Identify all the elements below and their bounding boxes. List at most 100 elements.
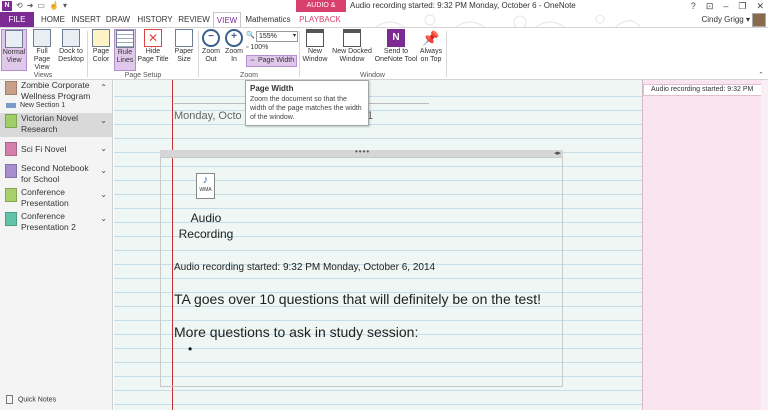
section-name: New Section 1 xyxy=(19,102,66,109)
onenote-icon: N xyxy=(387,29,405,47)
collapse-ribbon-icon[interactable]: ⌃ xyxy=(758,71,764,79)
avatar[interactable] xyxy=(752,13,766,27)
resize-arrows-icon[interactable]: ◂▸ xyxy=(554,149,561,157)
notebook-name: Zombie Corporate Wellness Program xyxy=(21,80,91,101)
note-text[interactable]: More questions to ask in study session: xyxy=(174,323,418,341)
notebook-icon xyxy=(5,114,17,128)
full-page-view-button[interactable]: Full Page View xyxy=(28,29,56,72)
chevron-down-icon[interactable]: ⌄ xyxy=(100,166,107,175)
chevron-down-icon[interactable]: ⌄ xyxy=(100,214,107,223)
page-canvas[interactable]: Monday, Octo 1 •••• ◂▸ ♪ WMA Audio Recor… xyxy=(114,80,642,410)
file-extension: WMA xyxy=(199,187,212,193)
group-views-label: Views xyxy=(33,72,53,79)
chevron-down-icon[interactable]: ⌄ xyxy=(100,116,107,125)
quick-notes-icon xyxy=(6,394,13,404)
chevron-down-icon[interactable]: ⌄ xyxy=(100,144,107,153)
ribbon-tabs: FILE HOME INSERT DRAW HISTORY REVIEW VIE… xyxy=(0,12,768,39)
page-width-button[interactable]: ⇔ Page Width xyxy=(246,55,298,67)
zoom-in-button[interactable]: + Zoom In xyxy=(223,29,245,64)
chevron-down-icon[interactable]: ⌄ xyxy=(100,190,107,199)
notebook-item[interactable]: Conference Presentation 2 ⌄ xyxy=(0,211,112,235)
note-text[interactable]: TA goes over 10 questions that will defi… xyxy=(174,290,541,308)
always-on-top-button[interactable]: 📌 Always on Top xyxy=(419,29,443,64)
paper-size-button[interactable]: Paper Size xyxy=(172,29,196,64)
drag-handle-icon[interactable]: •••• xyxy=(355,147,370,156)
quick-notes[interactable]: Quick Notes xyxy=(6,394,56,405)
section-item[interactable]: New Section 1 xyxy=(6,101,65,111)
onenote-logo: N xyxy=(2,1,12,11)
restore-button[interactable]: ❐ xyxy=(738,0,746,12)
dock-icon[interactable]: ▭ xyxy=(37,1,45,11)
tab-playback[interactable]: PLAYBACK xyxy=(297,12,343,27)
notebook-item[interactable]: Victorian Novel Research ⌄ xyxy=(0,113,112,137)
rule-lines-button[interactable]: Rule Lines xyxy=(114,29,136,71)
help-icon[interactable]: ? xyxy=(691,0,696,12)
chevron-up-icon[interactable]: ⌃ xyxy=(100,83,107,92)
forward-icon[interactable]: ➜ xyxy=(27,1,34,11)
ribbon-view: Normal View Full Page View Dock to Deskt… xyxy=(0,27,768,80)
zoom-level-value: 155% xyxy=(259,33,277,40)
divider xyxy=(446,31,447,77)
minimize-button[interactable]: – xyxy=(723,0,728,12)
tab-home[interactable]: HOME xyxy=(38,12,68,27)
chevron-down-icon: ▾ xyxy=(745,15,750,24)
tab-mathematics[interactable]: Mathematics xyxy=(243,12,293,27)
tab-draw[interactable]: DRAW xyxy=(104,12,132,27)
tooltip-title: Page Width xyxy=(250,84,294,93)
customize-icon[interactable]: ▾ xyxy=(63,1,67,11)
tab-history[interactable]: HISTORY xyxy=(136,12,174,27)
full-page-view-icon xyxy=(33,29,51,47)
page-item[interactable]: Audio recording started: 9:32 PM xyxy=(643,84,768,96)
group-zoom-label: Zoom xyxy=(240,72,258,79)
zoom-out-button[interactable]: − Zoom Out xyxy=(200,29,222,64)
group-window-label: Window xyxy=(360,72,385,79)
notebook-item[interactable]: Sci Fi Novel ⌄ xyxy=(0,141,112,159)
new-docked-window-button[interactable]: New Docked Window xyxy=(331,29,373,64)
dock-to-desktop-button[interactable]: Dock to Desktop xyxy=(57,29,85,64)
tooltip-body: Zoom the document so that the width of t… xyxy=(250,96,362,121)
notebook-item[interactable]: Zombie Corporate Wellness Program ⌃ xyxy=(0,80,112,102)
zoom-out-label: Zoom Out xyxy=(202,48,220,63)
send-to-onenote-button[interactable]: N Send to OneNote Tool xyxy=(374,29,418,64)
hide-title-icon: ✕ xyxy=(144,29,162,47)
page-color-button[interactable]: Page Color xyxy=(89,29,113,64)
page-color-icon xyxy=(92,29,110,47)
section-tab-icon xyxy=(6,102,16,108)
paper-size-label: Paper Size xyxy=(174,48,194,63)
touch-icon[interactable]: ☝ xyxy=(49,1,59,11)
audio-file-name[interactable]: Audio Recording xyxy=(178,210,234,242)
window-title: Audio recording started: 9:32 PM Monday,… xyxy=(350,1,576,10)
back-icon[interactable]: ⟲ xyxy=(16,1,23,11)
audio-video-context-tab: AUDIO & VIDEO xyxy=(296,0,346,21)
notebook-name: Second Notebook for School xyxy=(21,163,89,184)
zoom-100-button[interactable]: ▫ 100% xyxy=(246,43,268,53)
always-on-top-label: Always on Top xyxy=(419,48,443,63)
notebook-item[interactable]: Conference Presentation ⌄ xyxy=(0,187,112,211)
notebook-name: Conference Presentation 2 xyxy=(21,211,76,232)
zoom-level-select[interactable]: 155% ▾ xyxy=(256,31,298,42)
normal-view-button[interactable]: Normal View xyxy=(1,29,27,71)
display-options-icon[interactable]: ⊡ xyxy=(706,0,714,12)
notebook-name: Sci Fi Novel xyxy=(21,144,67,154)
audio-file-icon[interactable]: ♪ WMA xyxy=(196,173,215,199)
title-bar: N ⟲ ➜ ▭ ☝ ▾ AUDIO & VIDEO Audio recordin… xyxy=(0,0,768,21)
chevron-down-icon: ▾ xyxy=(292,33,296,39)
new-window-button[interactable]: New Window xyxy=(301,29,329,64)
bullet-point[interactable]: • xyxy=(188,342,192,356)
close-button[interactable]: ✕ xyxy=(756,0,764,12)
new-docked-window-label: New Docked Window xyxy=(332,48,372,63)
new-docked-window-icon xyxy=(343,29,361,47)
normal-view-icon xyxy=(5,30,23,48)
tab-file[interactable]: FILE xyxy=(0,12,34,27)
scrollbar[interactable] xyxy=(761,80,768,410)
tab-view[interactable]: VIEW xyxy=(213,12,241,27)
hide-page-title-button[interactable]: ✕ Hide Page Title xyxy=(137,29,169,64)
note-text[interactable]: Audio recording started: 9:32 PM Monday,… xyxy=(174,261,435,275)
send-to-onenote-label: Send to OneNote Tool xyxy=(374,48,418,63)
group-page-setup-label: Page Setup xyxy=(124,72,162,79)
tab-review[interactable]: REVIEW xyxy=(176,12,212,27)
notebook-item[interactable]: Second Notebook for School ⌄ xyxy=(0,163,112,187)
user-account[interactable]: Cindy Grigg ▾ xyxy=(702,14,751,25)
note-container-handle[interactable]: •••• ◂▸ xyxy=(160,147,563,157)
tab-insert[interactable]: INSERT xyxy=(70,12,102,27)
